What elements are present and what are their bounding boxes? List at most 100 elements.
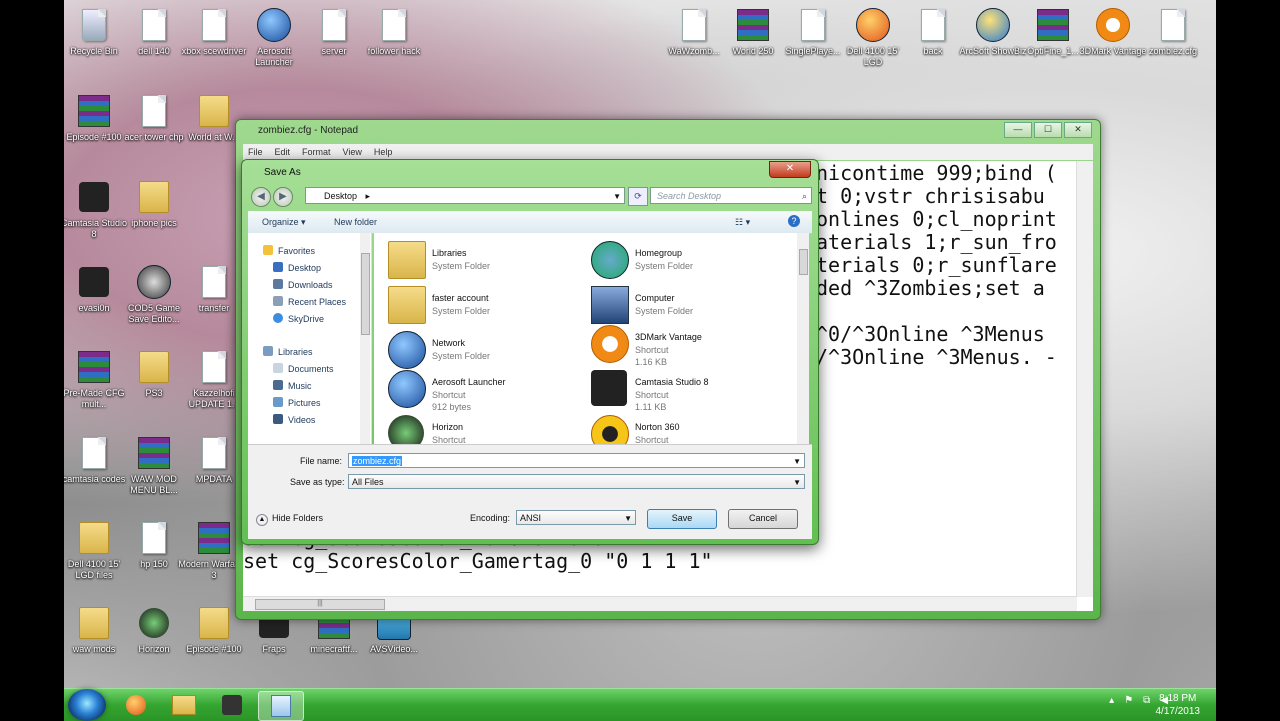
save-button[interactable]: Save	[647, 509, 717, 529]
encoding-select[interactable]: ANSI ▼	[516, 510, 636, 525]
menu-help[interactable]: Help	[374, 147, 393, 157]
chevron-down-icon[interactable]: ▼	[613, 188, 621, 205]
save-as-dialog: Save As ✕ ◀ ▶ Desktop ▸ ▼ ⟳ Search Deskt…	[241, 159, 819, 545]
start-button[interactable]	[68, 689, 106, 721]
recycle-bin-icon	[82, 9, 106, 41]
vertical-scrollbar[interactable]	[1076, 161, 1093, 597]
nav-documents[interactable]: Documents	[273, 362, 334, 376]
nav-recent-places[interactable]: Recent Places	[273, 295, 346, 309]
dialog-footer: File name: zombiez.cfg ▼ Save as type: Al…	[248, 444, 812, 539]
camtasia-icon	[591, 370, 627, 406]
libraries-icon	[388, 241, 426, 279]
explorer-taskbar-button[interactable]	[162, 691, 206, 719]
nav-downloads[interactable]: Downloads	[273, 278, 333, 292]
address-row: ◀ ▶ Desktop ▸ ▼ ⟳ Search Desktop ⌕	[248, 185, 812, 209]
chevron-up-icon: ▲	[256, 514, 268, 526]
list-item[interactable]: Camtasia Studio 8 Shortcut 1.11 KB	[591, 368, 791, 412]
chevron-down-icon: ▼	[624, 514, 632, 523]
list-item[interactable]: 3DMark Vantage Shortcut 1.16 KB	[591, 323, 791, 367]
cancel-button[interactable]: Cancel	[728, 509, 798, 529]
list-item[interactable]: faster account System Folder	[388, 284, 588, 328]
nav-music[interactable]: Music	[273, 379, 312, 393]
nav-pictures[interactable]: Pictures	[273, 396, 321, 410]
scrollbar-thumb[interactable]	[799, 249, 808, 275]
folder-icon	[172, 695, 196, 715]
desktop-icon[interactable]: zombiez.cfg	[1137, 8, 1209, 57]
clock[interactable]: 8:18 PM 4/17/2013	[1156, 692, 1201, 718]
notepad-taskbar-button[interactable]	[258, 691, 304, 721]
toolbar: Organize ▾ New folder ☷ ▾ ?	[248, 211, 812, 234]
text-line: t 0;vstr chrisisabu	[816, 184, 1045, 208]
text-line: /^3Online ^3Menus. -	[816, 345, 1057, 369]
horizontal-scrollbar[interactable]: |||	[243, 596, 1077, 611]
text-line: terials 0;r_sunflare	[816, 253, 1057, 277]
menu-view[interactable]: View	[343, 147, 362, 157]
chevron-down-icon[interactable]: ▼	[793, 454, 801, 469]
list-item[interactable]: Libraries System Folder	[388, 239, 588, 283]
document-icon	[82, 437, 106, 469]
evasi0n-icon	[79, 267, 109, 297]
documents-icon	[273, 363, 283, 373]
camtasia-icon	[79, 182, 109, 212]
chevron-down-icon: ▼	[793, 478, 801, 487]
new-folder-button[interactable]: New folder	[334, 217, 377, 227]
folder-icon	[79, 522, 109, 554]
menu-bar: File Edit Format View Help	[243, 144, 1093, 160]
save-as-type-select[interactable]: All Files ▼	[348, 474, 805, 489]
refresh-button[interactable]: ⟳	[628, 187, 648, 206]
camtasia-taskbar-button[interactable]	[210, 691, 254, 719]
aerosoft-icon	[388, 370, 426, 408]
nav-scrollbar[interactable]	[360, 233, 370, 444]
back-button[interactable]: ◀	[251, 187, 271, 207]
view-options-button[interactable]: ☷ ▾	[735, 217, 750, 228]
taskbar: ▴ ⚑ ⧉ ◀ 8:18 PM 4/17/2013	[64, 688, 1216, 721]
archive-icon	[78, 351, 110, 383]
nav-desktop[interactable]: Desktop	[273, 261, 321, 275]
desktop-icon	[273, 262, 283, 272]
list-item[interactable]: Network System Folder	[388, 329, 588, 373]
java-file-icon	[801, 9, 825, 41]
chevron-up-icon[interactable]: ▴	[1109, 695, 1114, 706]
menu-format[interactable]: Format	[302, 147, 331, 157]
list-item[interactable]: Computer System Folder	[591, 284, 791, 328]
document-icon	[202, 437, 226, 469]
network-icon[interactable]: ⧉	[1143, 695, 1150, 706]
list-item[interactable]: Horizon Shortcut	[388, 413, 588, 444]
nav-videos[interactable]: Videos	[273, 413, 315, 427]
firefox-taskbar-button[interactable]	[114, 691, 158, 719]
nav-favorites[interactable]: Favorites	[263, 244, 315, 258]
address-bar[interactable]: Desktop ▸ ▼	[305, 187, 625, 204]
firefox-icon	[856, 8, 890, 42]
desktop-icon[interactable]: follower hack	[358, 8, 430, 57]
scrollbar-thumb[interactable]: |||	[255, 599, 385, 610]
dialog-close-button[interactable]: ✕	[769, 161, 811, 178]
nav-skydrive[interactable]: SkyDrive	[273, 312, 324, 326]
text-line: nicontime 999;bind (	[816, 161, 1057, 185]
dialog-title: Save As	[264, 167, 301, 178]
file-name-field[interactable]: zombiez.cfg ▼	[348, 453, 805, 468]
flag-icon[interactable]: ⚑	[1124, 695, 1133, 706]
menu-edit[interactable]: Edit	[275, 147, 291, 157]
xbox-icon	[139, 608, 169, 638]
arcsoft-icon	[976, 8, 1010, 42]
organize-button[interactable]: Organize ▾	[262, 217, 306, 228]
nav-libraries[interactable]: Libraries	[263, 345, 313, 359]
scrollbar-thumb[interactable]	[361, 253, 370, 335]
archive-icon	[78, 95, 110, 127]
3dmark-icon	[591, 325, 629, 363]
forward-button[interactable]: ▶	[273, 187, 293, 207]
list-item[interactable]: Homegroup System Folder	[591, 239, 791, 283]
document-icon	[682, 9, 706, 41]
desktop-icon[interactable]: iphone pics	[118, 180, 190, 229]
file-list-scrollbar[interactable]	[797, 233, 809, 444]
aerosoft-icon	[257, 8, 291, 42]
list-item[interactable]: Norton 360 Shortcut	[591, 413, 791, 444]
maximize-button[interactable]: ☐	[1034, 122, 1062, 138]
list-item[interactable]: Aerosoft Launcher Shortcut 912 bytes	[388, 368, 588, 412]
minimize-button[interactable]: —	[1004, 122, 1032, 138]
close-button[interactable]: ✕	[1064, 122, 1092, 138]
help-icon[interactable]: ?	[788, 215, 800, 227]
menu-file[interactable]: File	[248, 147, 263, 157]
search-input[interactable]: Search Desktop ⌕	[650, 187, 812, 204]
hide-folders-button[interactable]: ▲ Hide Folders	[256, 513, 323, 526]
